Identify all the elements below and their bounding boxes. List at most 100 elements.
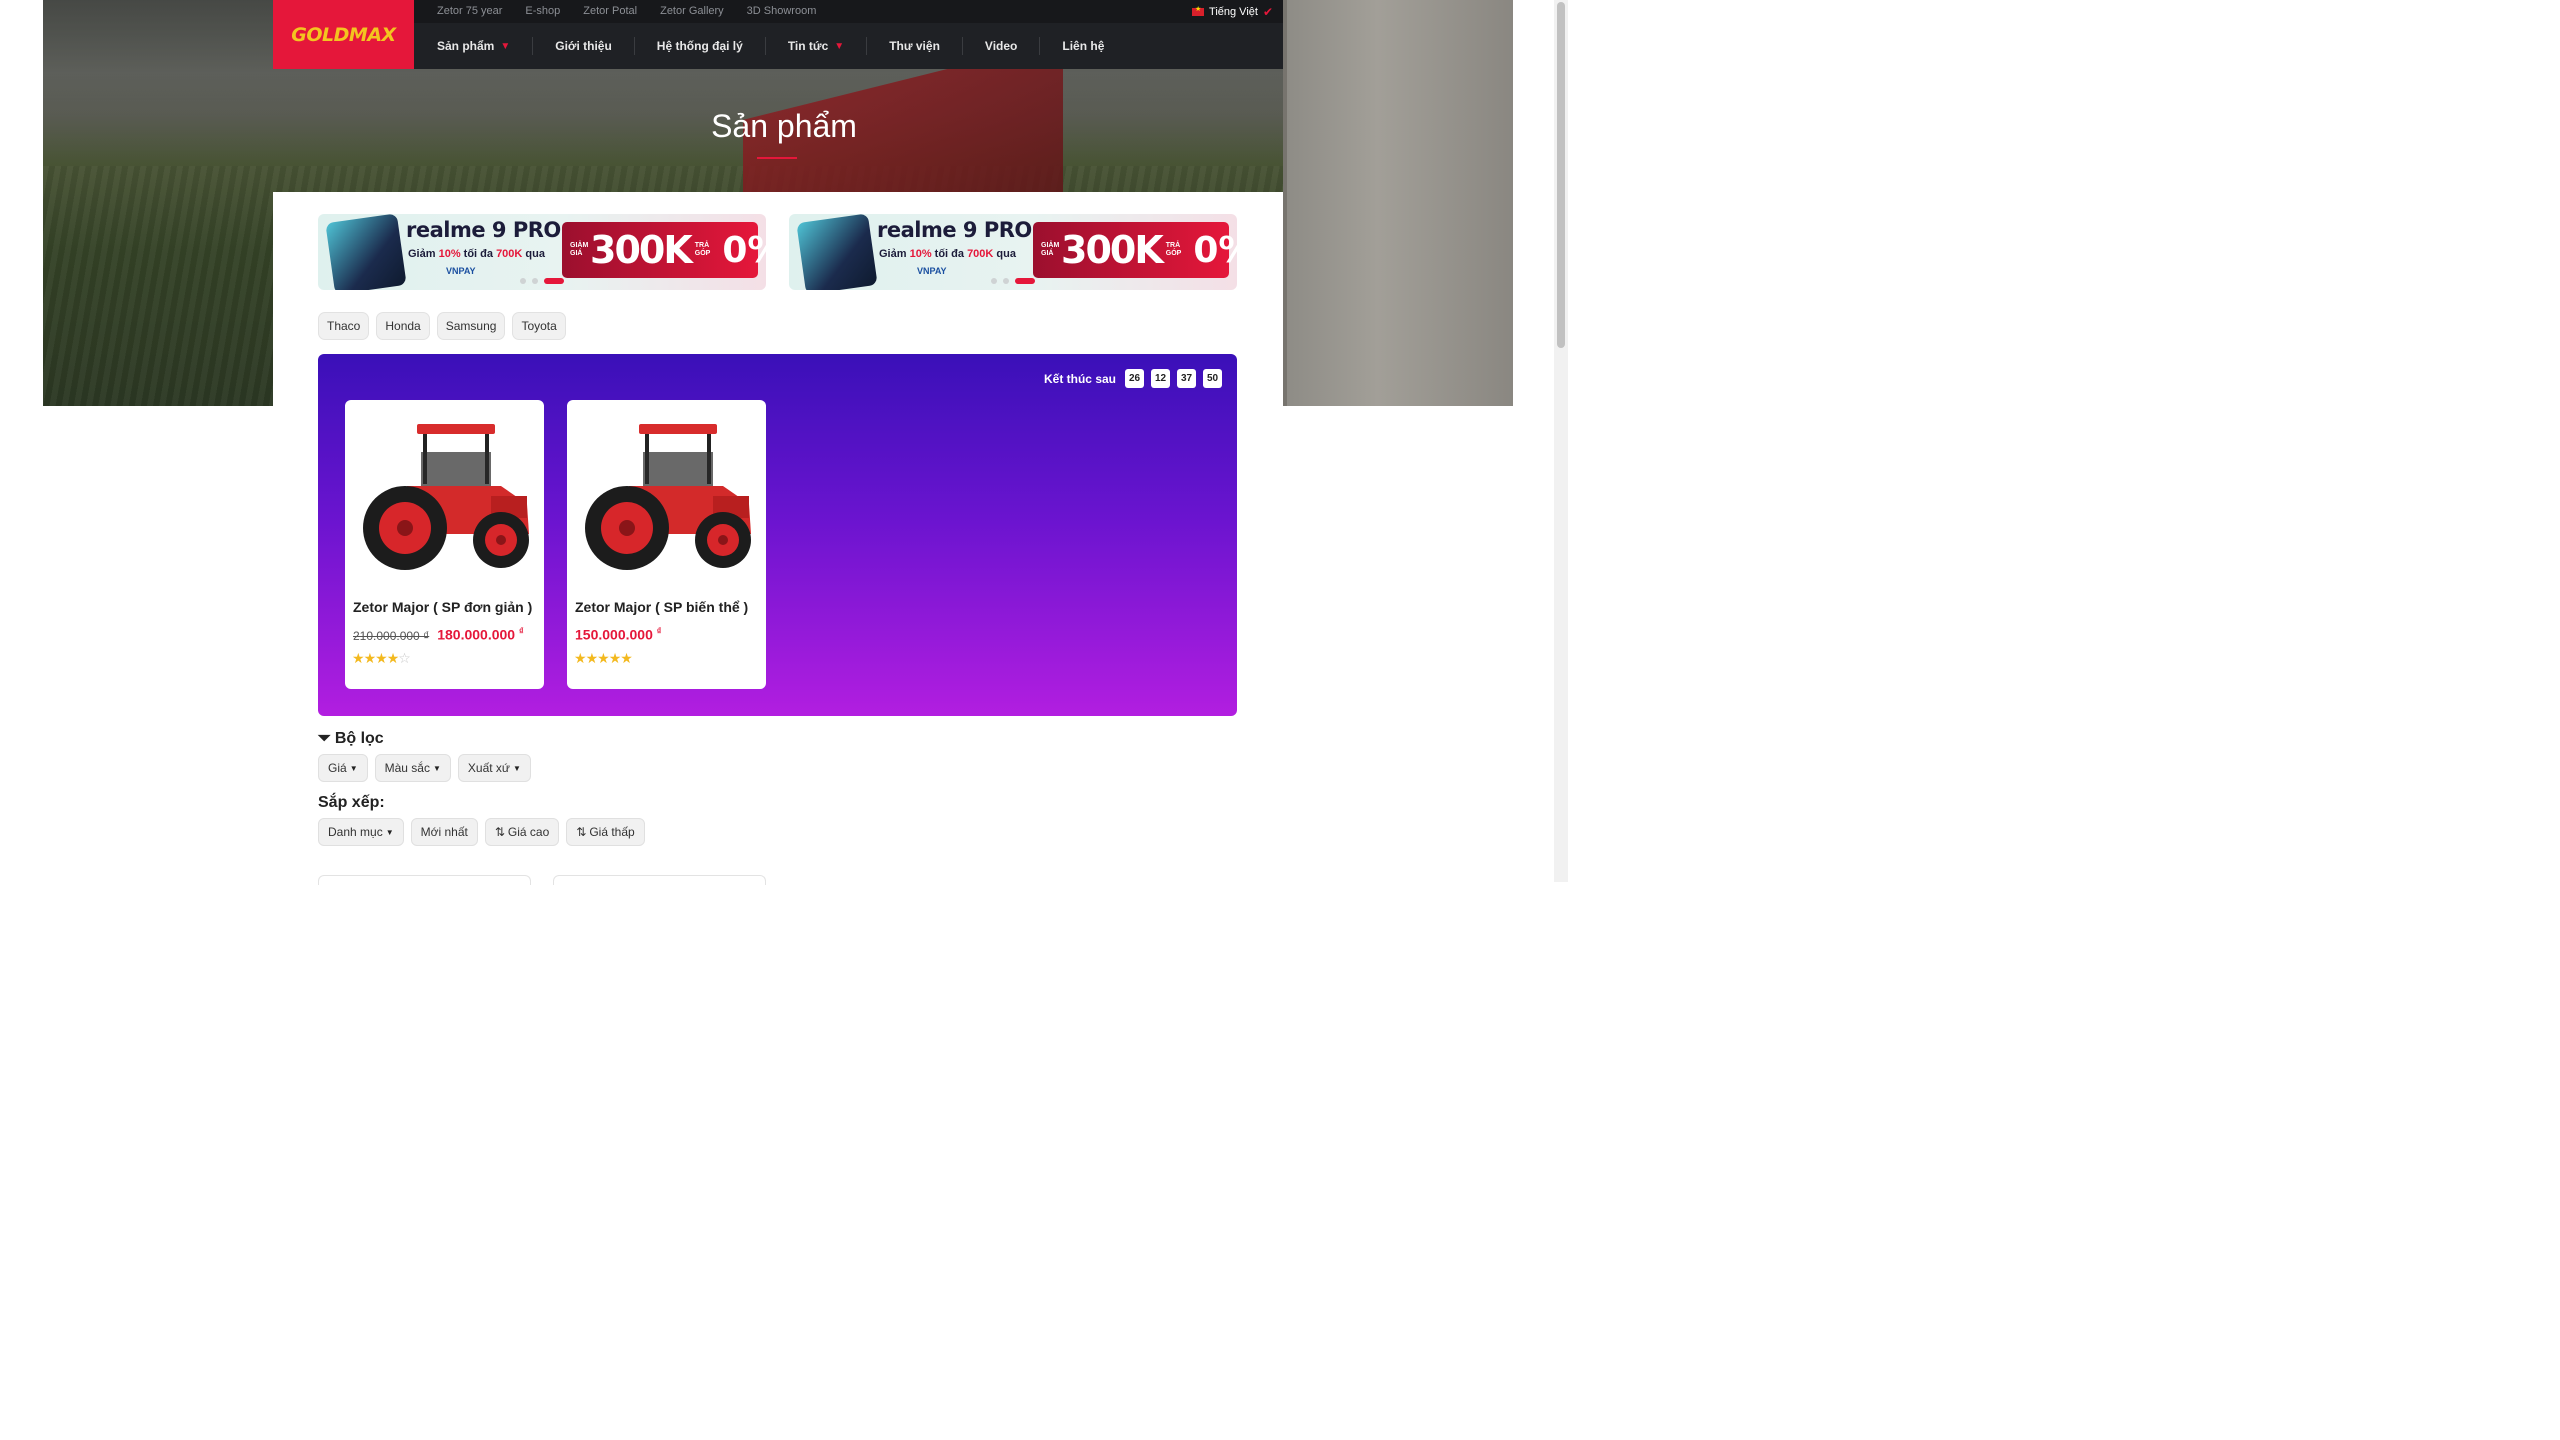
phone-image — [796, 214, 878, 290]
logo-text: GOLDMAX — [291, 23, 396, 46]
product-prices: 150.000.000 ₫ — [575, 626, 661, 643]
product-card[interactable]: Zetor Major ( SP biến thể ) 150.000.000 … — [567, 400, 766, 689]
top-link-3d-showroom[interactable]: 3D Showroom — [747, 5, 817, 17]
star-icon: ★ — [620, 650, 633, 666]
top-link-eshop[interactable]: E-shop — [525, 5, 560, 17]
language-selector[interactable]: Tiếng Việt ✔ — [1192, 5, 1273, 19]
brand-tag-thaco[interactable]: Thaco — [318, 312, 370, 340]
carousel-dot[interactable] — [1003, 278, 1009, 284]
sort-desc-icon: ⇅ — [494, 825, 505, 839]
brand-tags: Thaco Honda Samsung Toyota — [318, 312, 566, 340]
chevron-down-icon: ▼ — [349, 763, 358, 773]
top-bar: Zetor 75 year E-shop Zetor Potal Zetor G… — [414, 0, 1283, 23]
star-icon: ★ — [574, 650, 587, 666]
installment-value: 0% — [722, 229, 766, 271]
top-link-zetor-75-year[interactable]: Zetor 75 year — [437, 5, 502, 17]
nav-label: Giới thiệu — [555, 39, 612, 53]
product-prices: 210.000.000 ₫ 180.000.000 ₫ — [353, 626, 524, 643]
banner-title: realme 9 PRO+ — [877, 218, 1049, 242]
countdown-seconds: 50 — [1203, 369, 1222, 388]
language-label: Tiếng Việt — [1209, 6, 1258, 18]
carousel-dot[interactable] — [520, 278, 526, 284]
product-card-partial — [318, 875, 531, 885]
logo[interactable]: GOLDMAX — [273, 0, 414, 69]
installment-value: 0% — [1193, 229, 1237, 271]
nav-label: Hệ thống đại lý — [656, 39, 743, 53]
filter-origin[interactable]: Xuất xứ ▼ — [457, 754, 531, 782]
star-empty-icon: ☆ — [398, 650, 411, 666]
carousel-dot[interactable] — [532, 278, 538, 284]
countdown: Kết thúc sau 26 12 37 50 — [1044, 369, 1222, 388]
top-link-zetor-gallery[interactable]: Zetor Gallery — [660, 5, 724, 17]
tractor-image[interactable] — [351, 416, 537, 576]
nav-item-tin-tuc[interactable]: Tin tức ▼ — [788, 35, 844, 57]
brand-tag-honda[interactable]: Honda — [376, 312, 430, 340]
nav-item-he-thong-dai-ly[interactable]: Hệ thống đại lý — [657, 35, 743, 57]
sort-options: Danh mục ▼ Mới nhất ⇅ Giá cao ⇅ Giá thấp — [318, 818, 645, 846]
sort-price-high[interactable]: ⇅ Giá cao — [484, 818, 560, 846]
vnpay-logo: VNPAY — [446, 266, 476, 276]
star-icon: ★ — [363, 650, 377, 666]
deal-small-text: GIẢM GIÁ — [570, 242, 589, 257]
installment-small-text: TRẢ GÓP — [694, 242, 711, 257]
nav-item-san-pham[interactable]: Sản phẩm ▼ — [437, 35, 510, 57]
deal-badge: GIẢM GIÁ 300K TRẢ GÓP 0% — [1033, 222, 1237, 278]
banner-title: realme 9 PRO+ — [406, 218, 578, 242]
scrollbar-thumb[interactable] — [1557, 2, 1565, 348]
checkmark-icon: ✔ — [1262, 5, 1273, 19]
deal-badge: GIẢM GIÁ 300K TRẢ GÓP 0% — [562, 222, 766, 278]
sort-newest[interactable]: Mới nhất — [410, 818, 478, 846]
banner-subtitle: Giảm 10% tối đa 700K qua — [879, 248, 1016, 260]
page-scrollbar[interactable] — [1554, 0, 1568, 882]
carousel-dot[interactable] — [991, 278, 997, 284]
tractor-image[interactable] — [573, 416, 759, 576]
nav-item-thu-vien[interactable]: Thư viện — [889, 35, 940, 57]
rating-stars: ★★★★☆ — [352, 650, 411, 667]
nav-item-lien-he[interactable]: Liên hệ — [1062, 35, 1104, 57]
promo-banner[interactable]: realme 9 PRO+ Giảm 10% tối đa 700K qua V… — [318, 214, 766, 290]
sale-price: 180.000.000 ₫ — [437, 626, 524, 643]
chevron-down-icon: ▼ — [500, 40, 511, 52]
filter-color[interactable]: Màu sắc ▼ — [374, 754, 451, 782]
nav-divider — [633, 37, 635, 55]
flash-sale-section: Kết thúc sau 26 12 37 50 Zetor Major (S… — [318, 354, 1237, 716]
deal-value: 300K — [1061, 228, 1164, 272]
main-nav: Sản phẩm ▼ Giới thiệu Hệ thống đại lý Ti… — [414, 23, 1283, 69]
sale-price: 150.000.000 ₫ — [575, 626, 662, 643]
filter-options: Giá ▼ Màu sắc ▼ Xuất xứ ▼ — [318, 754, 531, 782]
carousel-dot-active[interactable] — [1015, 278, 1035, 284]
nav-label: Tin tức — [787, 39, 829, 53]
nav-divider — [764, 37, 766, 55]
chevron-down-icon: ▼ — [432, 763, 441, 773]
brand-tag-toyota[interactable]: Toyota — [512, 312, 566, 340]
nav-label: Liên hệ — [1062, 39, 1105, 53]
countdown-minutes: 37 — [1177, 369, 1196, 388]
product-card-partial — [553, 875, 766, 885]
filter-price[interactable]: Giá ▼ — [318, 754, 368, 782]
star-icon: ★ — [585, 650, 599, 666]
content-panel: realme 9 PRO+ Giảm 10% tối đa 700K qua V… — [273, 192, 1283, 885]
star-icon: ★ — [597, 650, 610, 666]
sort-category[interactable]: Danh mục ▼ — [318, 818, 404, 846]
promo-banner[interactable]: realme 9 PRO+ Giảm 10% tối đa 700K qua V… — [789, 214, 1237, 290]
carousel-dot-active[interactable] — [544, 278, 564, 284]
brand-tag-samsung[interactable]: Samsung — [436, 312, 506, 340]
site-header: GOLDMAX Zetor 75 year E-shop Zetor Potal… — [273, 0, 1283, 69]
nav-divider — [1039, 37, 1041, 55]
product-card[interactable]: Zetor Major ( SP đơn giản ) 210.000.000 … — [345, 400, 544, 689]
banner-subtitle: Giảm 10% tối đa 700K qua — [408, 248, 545, 260]
rating-stars: ★★★★★ — [574, 650, 633, 667]
product-name[interactable]: Zetor Major ( SP biến thể ) — [575, 599, 748, 615]
nav-divider — [532, 37, 534, 55]
vnpay-logo: VNPAY — [917, 266, 947, 276]
top-link-zetor-potal[interactable]: Zetor Potal — [583, 5, 637, 17]
nav-item-gioi-thieu[interactable]: Giới thiệu — [555, 35, 612, 57]
title-underline — [757, 157, 797, 159]
sort-price-low[interactable]: ⇅ Giá thấp — [566, 818, 645, 846]
star-icon: ★ — [375, 650, 388, 666]
nav-item-video[interactable]: Video — [985, 35, 1017, 57]
deal-value: 300K — [590, 228, 693, 272]
star-icon: ★ — [352, 650, 365, 666]
old-price: 210.000.000 ₫ — [353, 628, 430, 643]
product-name[interactable]: Zetor Major ( SP đơn giản ) — [353, 599, 532, 615]
